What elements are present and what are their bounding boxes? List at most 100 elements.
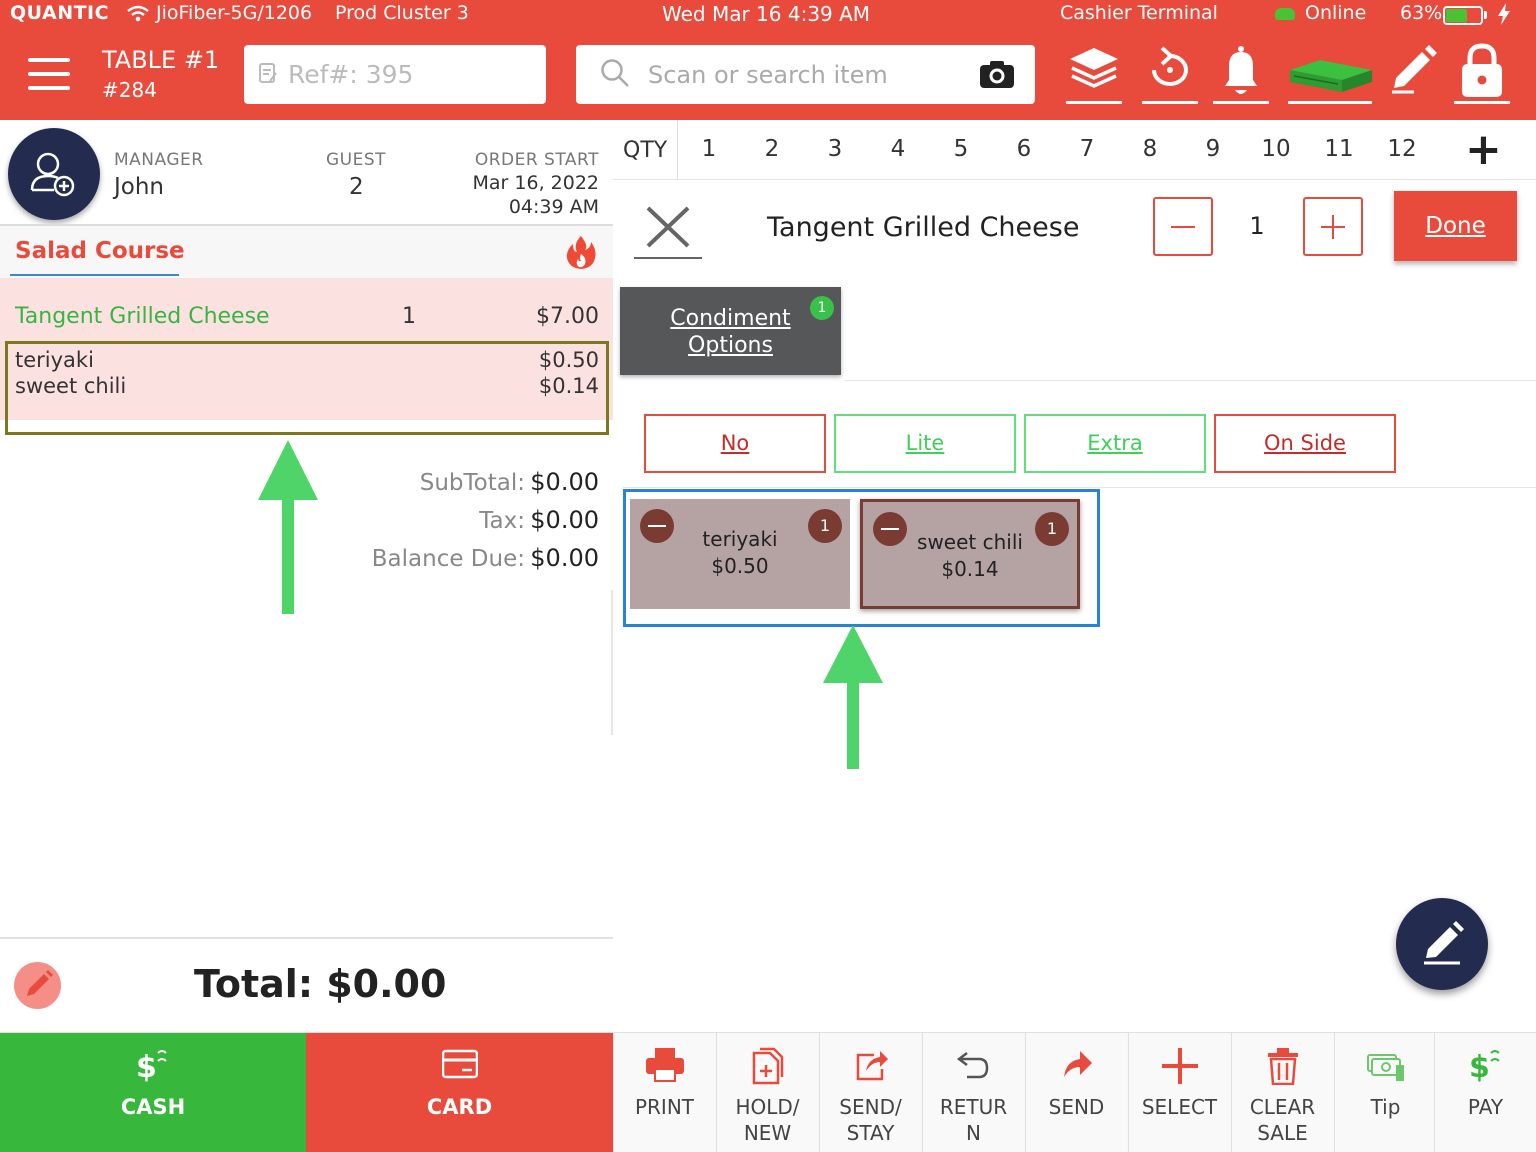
modifier-card-price: $0.14 bbox=[941, 557, 999, 581]
item-name: Tangent Grilled Cheese bbox=[15, 304, 270, 329]
cloud-online-icon bbox=[1275, 8, 1295, 20]
option-on-side-button[interactable]: On Side bbox=[1214, 414, 1396, 473]
card-label: CARD bbox=[426, 1095, 493, 1119]
card-button[interactable]: CARD bbox=[306, 1033, 613, 1152]
course-header[interactable]: Salad Course bbox=[0, 226, 613, 278]
decrease-qty-button[interactable] bbox=[1153, 197, 1213, 256]
return-button[interactable]: RETUR N bbox=[922, 1033, 1024, 1152]
ref-input[interactable] bbox=[288, 60, 538, 89]
order-start-label: ORDER START bbox=[474, 150, 599, 170]
action-label: SEND bbox=[1048, 1095, 1105, 1119]
option-no-button[interactable]: No bbox=[644, 414, 826, 473]
cluster-name: Prod Cluster 3 bbox=[335, 2, 469, 24]
divider bbox=[677, 120, 678, 180]
modifier-card-selected[interactable]: 1 sweet chili $0.14 bbox=[860, 499, 1080, 609]
note-icon bbox=[258, 62, 278, 88]
increase-qty-button[interactable] bbox=[1303, 197, 1363, 256]
lock-icon[interactable] bbox=[1452, 42, 1512, 104]
condiment-tab-label: Condiment bbox=[670, 306, 791, 331]
bell-icon[interactable] bbox=[1211, 42, 1271, 104]
battery-tip bbox=[1484, 11, 1487, 19]
table-name: TABLE #1 bbox=[102, 46, 220, 74]
dollar-icon: $ bbox=[136, 1050, 167, 1083]
svg-text:$: $ bbox=[1469, 1050, 1490, 1083]
trash-icon bbox=[1267, 1048, 1298, 1086]
item-price: $7.00 bbox=[536, 304, 599, 329]
tip-button[interactable]: Tip bbox=[1334, 1033, 1436, 1152]
search-bar[interactable] bbox=[576, 45, 1035, 104]
item-editor-panel: QTY 1 2 3 4 5 6 7 8 9 10 11 12 + Tangent… bbox=[613, 120, 1536, 1032]
action-label: HOLD/ NEW bbox=[735, 1095, 800, 1145]
cash-stack-icon[interactable] bbox=[1286, 42, 1374, 104]
ref-field[interactable] bbox=[244, 45, 546, 104]
svg-text:$: $ bbox=[136, 1050, 157, 1083]
option-extra-button[interactable]: Extra bbox=[1024, 414, 1206, 473]
guest-count[interactable]: 2 bbox=[349, 174, 364, 200]
print-button[interactable]: PRINT bbox=[613, 1033, 715, 1152]
clear-sale-button[interactable]: CLEAR SALE bbox=[1231, 1033, 1333, 1152]
hold-document-icon bbox=[752, 1047, 783, 1085]
charging-icon bbox=[1497, 3, 1511, 30]
close-icon[interactable] bbox=[634, 202, 702, 260]
qty-option[interactable]: 6 bbox=[1004, 136, 1044, 162]
order-item-row[interactable]: Tangent Grilled Cheese 1 $7.00 bbox=[0, 278, 613, 342]
divider bbox=[623, 487, 1536, 488]
action-label: PAY bbox=[1467, 1095, 1504, 1119]
dollar-icon: $ bbox=[1469, 1050, 1500, 1085]
qty-option[interactable]: 12 bbox=[1382, 136, 1422, 162]
card-icon bbox=[442, 1049, 478, 1079]
order-start-date: Mar 16, 2022 bbox=[472, 172, 600, 194]
qty-option[interactable]: 7 bbox=[1067, 136, 1107, 162]
balance-due-value: $0.00 bbox=[530, 544, 599, 572]
order-panel: MANAGER John GUEST 2 ORDER START Mar 16,… bbox=[0, 120, 613, 1032]
wifi-icon bbox=[126, 4, 150, 28]
camera-icon[interactable] bbox=[979, 59, 1015, 93]
qty-option[interactable]: 2 bbox=[752, 136, 792, 162]
qty-option[interactable]: 4 bbox=[878, 136, 918, 162]
edit-order-button[interactable] bbox=[14, 962, 61, 1009]
modifier-card-price: $0.50 bbox=[711, 554, 769, 578]
qty-option[interactable]: 1 bbox=[689, 136, 729, 162]
balance-due-label: Balance Due: bbox=[371, 546, 525, 572]
done-button[interactable]: Done bbox=[1394, 191, 1517, 261]
editor-quantity: 1 bbox=[1249, 212, 1265, 240]
cash-button[interactable]: $ CASH bbox=[0, 1033, 306, 1152]
qty-option[interactable]: 9 bbox=[1193, 136, 1233, 162]
cash-label: CASH bbox=[120, 1095, 186, 1119]
qty-label: QTY bbox=[623, 138, 668, 163]
layers-icon[interactable] bbox=[1064, 42, 1124, 104]
search-input[interactable] bbox=[648, 60, 968, 89]
action-label: Tip bbox=[1370, 1095, 1401, 1119]
tab-condiment-options[interactable]: Condiment Options 1 bbox=[620, 287, 841, 375]
send-stay-button[interactable]: SEND/ STAY bbox=[819, 1033, 921, 1152]
qty-plus-icon[interactable]: + bbox=[1465, 128, 1502, 172]
pencil-icon bbox=[1424, 921, 1464, 965]
money-icon bbox=[1366, 1054, 1404, 1081]
refresh-icon[interactable] bbox=[1140, 42, 1200, 104]
option-lite-button[interactable]: Lite bbox=[834, 414, 1016, 473]
item-qty: 1 bbox=[402, 304, 416, 329]
undo-icon bbox=[956, 1052, 988, 1079]
pencil-icon[interactable] bbox=[1384, 42, 1444, 104]
qty-option[interactable]: 10 bbox=[1256, 136, 1296, 162]
add-customer-button[interactable] bbox=[8, 128, 100, 220]
fire-icon[interactable] bbox=[565, 234, 597, 274]
qty-option[interactable]: 5 bbox=[941, 136, 981, 162]
terminal-name: Cashier Terminal bbox=[1060, 2, 1218, 24]
battery-percent: 63% bbox=[1400, 2, 1443, 24]
qty-option[interactable]: 3 bbox=[815, 136, 855, 162]
action-label: CLEAR SALE bbox=[1249, 1095, 1316, 1145]
bottom-action-bar: $ CASH CARD PRINT HOLD/ NEW SEND/ STAY R… bbox=[0, 1032, 1536, 1152]
select-button[interactable]: SELECT bbox=[1128, 1033, 1230, 1152]
qty-option[interactable]: 8 bbox=[1130, 136, 1170, 162]
subtotal-value: $0.00 bbox=[530, 468, 599, 496]
edit-fab-button[interactable] bbox=[1396, 898, 1488, 990]
send-button[interactable]: SEND bbox=[1025, 1033, 1127, 1152]
hold-new-button[interactable]: HOLD/ NEW bbox=[716, 1033, 818, 1152]
qty-option[interactable]: 11 bbox=[1319, 136, 1359, 162]
pay-button[interactable]: $ PAY bbox=[1434, 1033, 1536, 1152]
hamburger-menu-icon[interactable] bbox=[28, 56, 72, 92]
modifier-card[interactable]: 1 teriyaki $0.50 bbox=[630, 499, 850, 609]
editor-item-title: Tangent Grilled Cheese bbox=[767, 212, 1080, 243]
status-datetime: Wed Mar 16 4:39 AM bbox=[662, 2, 871, 26]
